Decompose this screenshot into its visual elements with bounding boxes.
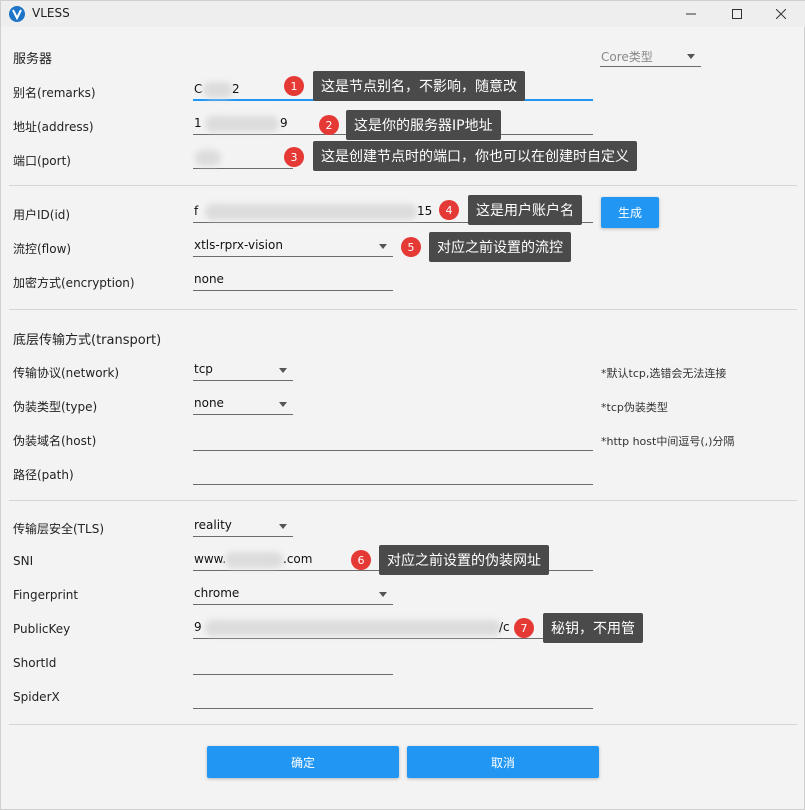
divider — [9, 185, 797, 186]
type-select[interactable]: none — [193, 393, 293, 415]
sni-value-start: www. — [194, 552, 227, 566]
annotation-badge: 7 — [514, 618, 534, 638]
redacted-mask — [195, 150, 221, 166]
annotation-badge: 4 — [439, 200, 459, 220]
user-id-label: 用户ID(id) — [13, 208, 71, 222]
redacted-mask — [205, 204, 417, 220]
network-label: 传输协议(network) — [13, 366, 120, 380]
sni-value-end: .com — [283, 552, 313, 566]
window-title: VLESS — [32, 6, 70, 20]
fingerprint-label: Fingerprint — [13, 588, 79, 602]
encryption-input[interactable]: none — [193, 269, 393, 291]
public-key-value-end: /c — [499, 620, 510, 634]
port-input[interactable] — [193, 147, 293, 169]
redacted-mask — [205, 116, 279, 132]
host-label: 伪装域名(host) — [13, 434, 97, 448]
user-id-value-end: 15 — [417, 204, 433, 218]
annotation-callout: 这是你的服务器IP地址 — [346, 110, 501, 140]
network-value: tcp — [194, 362, 213, 376]
fingerprint-value: chrome — [194, 586, 240, 600]
encryption-label: 加密方式(encryption) — [13, 276, 135, 290]
minimize-icon — [686, 13, 696, 15]
flow-label: 流控(flow) — [13, 242, 72, 256]
annotation-callout: 对应之前设置的伪装网址 — [379, 545, 549, 575]
annotation-callout: 对应之前设置的流控 — [429, 232, 571, 262]
annotation-badge: 6 — [351, 550, 371, 570]
path-label: 路径(path) — [13, 468, 74, 482]
confirm-button[interactable]: 确定 — [207, 746, 399, 778]
cancel-button[interactable]: 取消 — [407, 746, 599, 778]
divider — [9, 724, 797, 725]
annotation-badge: 1 — [284, 76, 304, 96]
remarks-label: 别名(remarks) — [13, 86, 96, 100]
core-type-placeholder: Core类型 — [601, 50, 653, 64]
transport-section-title: 底层传输方式(transport) — [13, 333, 162, 348]
divider — [9, 309, 797, 310]
chevron-down-icon — [279, 402, 287, 407]
address-label: 地址(address) — [13, 120, 94, 134]
chevron-down-icon — [379, 244, 387, 249]
redacted-mask — [203, 82, 233, 98]
flow-select[interactable]: xtls-rprx-vision — [193, 235, 393, 257]
close-button[interactable] — [759, 1, 803, 27]
core-type-select[interactable]: Core类型 — [600, 45, 701, 67]
divider — [9, 500, 797, 501]
v2rayn-app-icon — [9, 6, 25, 22]
network-hint: *默认tcp,选错会无法连接 — [601, 367, 727, 380]
type-label: 伪装类型(type) — [13, 400, 98, 414]
annotation-callout: 这是创建节点时的端口，你也可以在创建时自定义 — [313, 141, 637, 171]
maximize-icon — [732, 9, 742, 19]
public-key-value-start: 9 — [194, 620, 202, 634]
annotation-badge: 2 — [319, 115, 339, 135]
chevron-down-icon — [279, 524, 287, 529]
user-id-value-start: f — [194, 204, 199, 218]
title-bar: VLESS — [1, 1, 805, 27]
encryption-value: none — [194, 272, 224, 286]
remarks-value-end: 2 — [232, 82, 240, 96]
short-id-label: ShortId — [13, 656, 57, 670]
annotation-callout: 秘钥，不用管 — [543, 613, 643, 643]
tls-select[interactable]: reality — [193, 515, 293, 537]
tls-label: 传输层安全(TLS) — [13, 522, 104, 536]
server-section-title: 服务器 — [13, 52, 53, 67]
annotation-badge: 3 — [284, 147, 304, 167]
port-label: 端口(port) — [13, 154, 71, 168]
type-value: none — [194, 396, 224, 410]
path-input[interactable] — [193, 463, 593, 485]
host-hint: *http host中间逗号(,)分隔 — [601, 435, 735, 448]
chevron-down-icon — [279, 368, 287, 373]
generate-button[interactable]: 生成 — [601, 197, 659, 228]
remarks-value-start: C — [194, 82, 203, 96]
tls-value: reality — [194, 518, 232, 532]
redacted-mask — [225, 552, 283, 568]
annotation-badge: 5 — [401, 237, 421, 257]
chevron-down-icon — [379, 592, 387, 597]
maximize-button[interactable] — [715, 1, 759, 27]
chevron-down-icon — [687, 54, 695, 59]
address-value-end: 9 — [280, 116, 288, 130]
annotation-callout: 这是节点别名，不影响，随意改 — [313, 71, 525, 101]
close-icon — [776, 9, 786, 19]
flow-value: xtls-rprx-vision — [194, 238, 283, 252]
type-hint: *tcp伪装类型 — [601, 401, 668, 414]
spider-x-input[interactable] — [193, 687, 593, 709]
fingerprint-select[interactable]: chrome — [193, 583, 393, 605]
spider-x-label: SpiderX — [13, 690, 60, 704]
dialog-window: VLESS 服务器 Core类型 别名(remarks) C 2 地址(addr… — [0, 0, 805, 810]
address-value-start: 1 — [194, 116, 202, 130]
host-input[interactable] — [193, 429, 593, 451]
redacted-mask — [205, 620, 501, 636]
short-id-input[interactable] — [193, 653, 393, 675]
network-select[interactable]: tcp — [193, 359, 293, 381]
sni-label: SNI — [13, 554, 34, 568]
annotation-callout: 这是用户账户名 — [468, 195, 582, 225]
minimize-button[interactable] — [669, 1, 713, 27]
public-key-label: PublicKey — [13, 622, 71, 636]
